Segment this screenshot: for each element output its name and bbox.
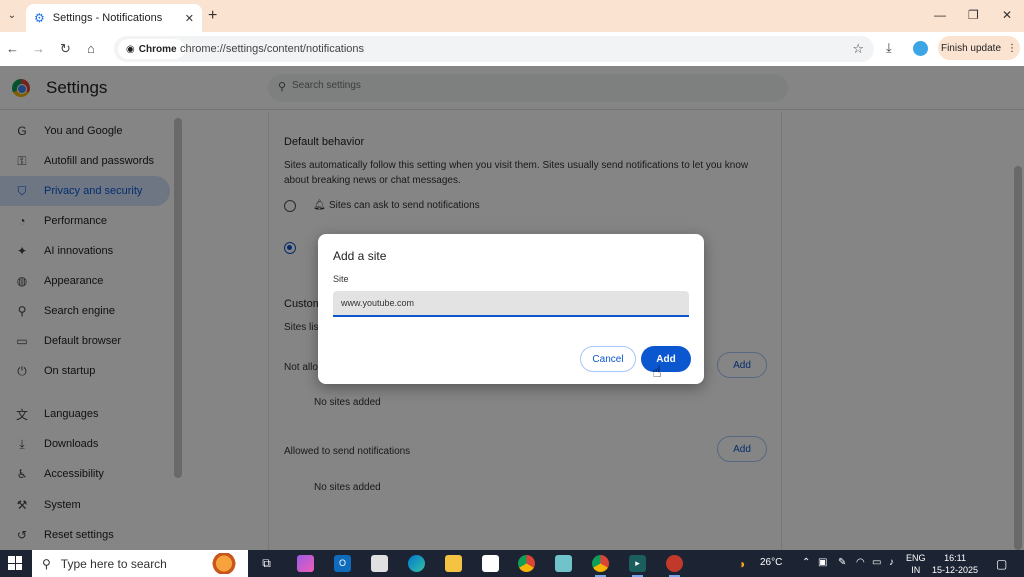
pen-icon[interactable]: ✎: [838, 557, 846, 568]
tray-chevron-icon[interactable]: ⌃: [802, 557, 810, 568]
profile-avatar[interactable]: [913, 41, 928, 56]
search-icon: ⚲: [42, 556, 51, 571]
wifi-icon[interactable]: ◠: [856, 557, 865, 568]
gear-icon: ⚙: [34, 11, 45, 25]
windows-start-icon[interactable]: [8, 556, 22, 570]
toolbar: ← → ↻ ⌂ ◉ Chrome chrome://settings/conte…: [0, 32, 1024, 66]
file-explorer-icon[interactable]: [445, 555, 462, 572]
chrome-active-icon[interactable]: [592, 555, 609, 577]
close-icon[interactable]: ✕: [185, 12, 194, 25]
finish-update-button[interactable]: Finish update ⋮: [938, 36, 1020, 60]
outlook-icon[interactable]: O: [334, 555, 351, 572]
more-vert-icon: ⋮: [1007, 42, 1018, 54]
site-chip[interactable]: ◉ Chrome: [118, 39, 185, 59]
paint-icon[interactable]: [371, 555, 388, 572]
taskbar-search-text: Type here to search: [60, 556, 167, 571]
minimize-icon[interactable]: —: [934, 8, 946, 22]
new-tab-plus-icon[interactable]: +: [208, 7, 217, 25]
language-indicator[interactable]: ENG IN: [906, 552, 926, 576]
bookmark-star-icon[interactable]: ☆: [852, 41, 864, 57]
tab-search-chevron-icon[interactable]: ⌄: [4, 8, 20, 24]
hand-cursor-icon: ☝: [652, 364, 662, 381]
restore-icon[interactable]: ❐: [968, 8, 979, 22]
notes-icon[interactable]: [555, 555, 572, 572]
dialog-title: Add a site: [333, 249, 387, 263]
add-button[interactable]: Add: [641, 346, 691, 372]
copilot-icon[interactable]: [297, 555, 314, 572]
url-text: chrome://settings/content/notifications: [180, 43, 365, 55]
window-close-icon[interactable]: ✕: [1002, 8, 1012, 22]
download-icon[interactable]: ⤓: [886, 40, 892, 56]
site-input[interactable]: [333, 291, 689, 317]
taskbar-search[interactable]: ⚲ Type here to search: [32, 550, 248, 577]
taskbar: ⚲ Type here to search ⧉ O ▸ ◑ 26°C ⌃ ▣ ✎…: [0, 550, 1024, 577]
tab-bar: ⌄ ⚙ Settings - Notifications ✕ + — ❐ ✕: [0, 0, 1024, 32]
notification-icon[interactable]: ▢: [996, 557, 1007, 571]
site-label: Site: [333, 274, 349, 284]
notepad-icon[interactable]: [482, 555, 499, 572]
teams-icon[interactable]: ▣: [818, 557, 827, 568]
address-bar[interactable]: ◉ Chrome chrome://settings/content/notif…: [114, 36, 874, 62]
cancel-button[interactable]: Cancel: [580, 346, 636, 372]
home-icon[interactable]: ⌂: [87, 41, 95, 56]
chrome-icon[interactable]: [518, 555, 535, 572]
weather-sun-icon[interactable]: ◑: [738, 557, 745, 571]
battery-icon[interactable]: ▭: [872, 557, 881, 568]
search-highlight-icon: [204, 553, 244, 574]
volume-icon[interactable]: ♪: [889, 557, 894, 568]
task-view-icon[interactable]: ⧉: [258, 555, 275, 572]
tab-title: Settings - Notifications: [52, 12, 163, 24]
tab-settings[interactable]: ⚙ Settings - Notifications ✕: [26, 4, 202, 32]
reload-icon[interactable]: ↻: [60, 41, 71, 57]
clock[interactable]: 16:11 15-12-2025: [932, 552, 978, 576]
add-site-dialog: Add a site Site Cancel Add: [318, 234, 704, 384]
forward-arrow-icon[interactable]: →: [32, 41, 45, 56]
media-app-icon[interactable]: ▸: [629, 555, 646, 577]
edge-icon[interactable]: [408, 555, 425, 572]
recorder-icon[interactable]: [666, 555, 683, 577]
back-arrow-icon[interactable]: ←: [6, 41, 19, 56]
weather-temp[interactable]: 26°C: [760, 557, 782, 568]
chrome-icon: ◉: [126, 43, 135, 55]
